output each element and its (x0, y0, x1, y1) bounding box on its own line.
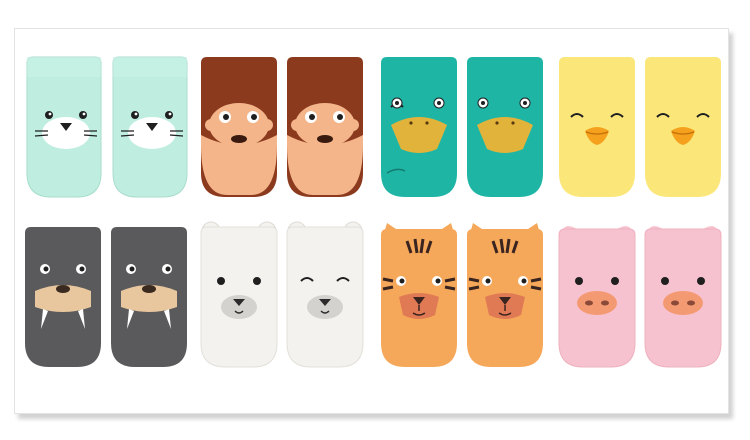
monkey-sock-left (201, 57, 277, 197)
walrus-sock-pair (21, 225, 191, 375)
polar-bear-sock-right (286, 221, 364, 368)
polar-bear-sock-left (200, 221, 278, 368)
pig-sock-right (644, 226, 722, 368)
duck-sock-left (559, 57, 635, 197)
tiger-sock-pair (377, 219, 547, 369)
tiger-sock-left (381, 223, 457, 367)
seal-sock-right (112, 56, 188, 198)
seal-sock-left (26, 56, 102, 198)
duck-sock-right (645, 57, 721, 197)
monkey-sock-pair (197, 55, 367, 205)
platypus-sock-left (381, 57, 457, 197)
walrus-sock-right (111, 227, 187, 367)
sock-grid (21, 55, 722, 393)
tiger-sock-right (467, 223, 543, 367)
walrus-sock-left (25, 227, 101, 367)
pig-sock-pair (555, 219, 725, 369)
seal-sock-pair (21, 55, 191, 205)
platypus-sock-right (467, 57, 543, 197)
platypus-sock-pair (377, 55, 547, 205)
polar-bear-sock-pair (197, 219, 367, 369)
monkey-sock-right (287, 57, 363, 197)
pig-sock-left (558, 226, 636, 368)
product-image-frame (14, 28, 729, 414)
duck-sock-pair (555, 55, 725, 205)
